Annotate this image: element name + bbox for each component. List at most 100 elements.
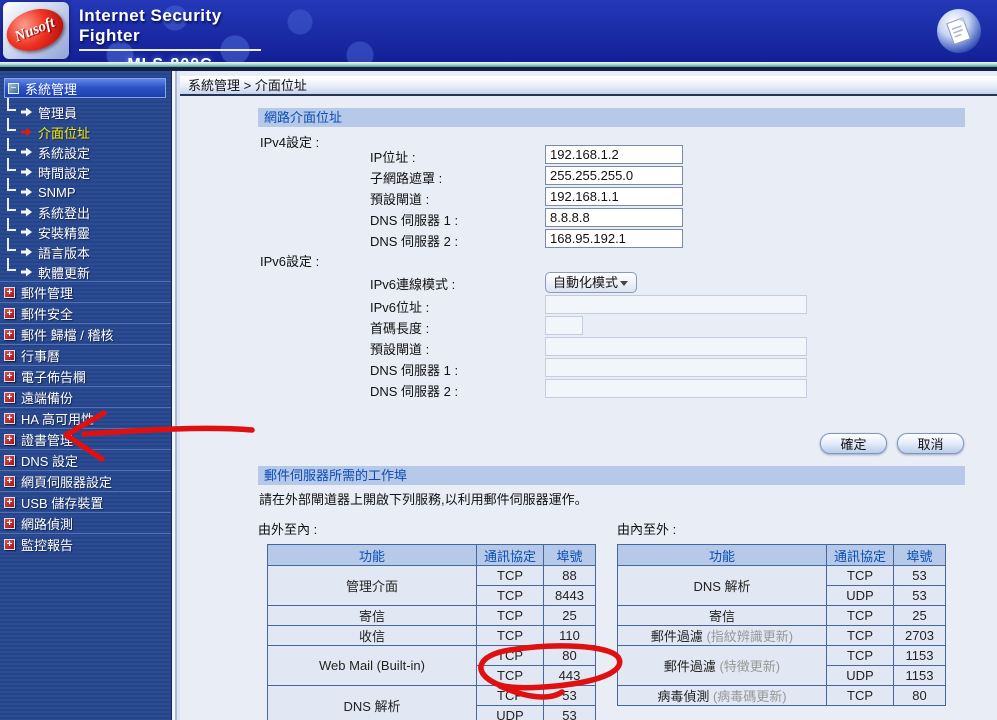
ipv6-row-3: DNS 伺服器 1 : (180, 358, 880, 378)
sidebar-item-label: 時間設定 (38, 165, 91, 181)
sidebar-item-6[interactable]: 安裝精靈 (0, 218, 170, 242)
tree-connector (7, 138, 16, 151)
field-label: DNS 伺服器 2 : (370, 384, 459, 399)
column-header: 通訊協定 (826, 544, 894, 566)
sidebar-item-4[interactable]: SNMP (0, 178, 170, 202)
ipv6-input-3 (545, 358, 807, 377)
port-cell: 1153 (893, 645, 946, 666)
sidebar-group-2[interactable]: + 郵件 歸檔 / 稽核 (0, 323, 171, 344)
column-header: 埠號 (893, 544, 946, 566)
sidebar-item-7[interactable]: 語言版本 (0, 238, 170, 262)
port-cell: 53 (543, 705, 596, 720)
function-cell: Web Mail (Built-in) (267, 645, 477, 686)
ipv4-input-4[interactable] (545, 229, 683, 248)
sidebar-group-6[interactable]: + HA 高可用性 (0, 407, 171, 428)
expand-plus-icon[interactable]: + (4, 391, 15, 403)
tree-connector (7, 98, 16, 111)
sidebar-item-2[interactable]: 系統設定 (0, 138, 170, 162)
expand-plus-icon[interactable]: + (4, 517, 15, 529)
sidebar-group-7[interactable]: + 證書管理 (0, 428, 171, 449)
arrow-icon (21, 147, 32, 157)
selected-arrow-icon (21, 127, 32, 137)
ipv4-row-3: DNS 伺服器 1 : (180, 208, 880, 228)
sidebar-group-10[interactable]: + USB 儲存裝置 (0, 491, 171, 512)
expand-plus-icon[interactable]: + (4, 454, 15, 466)
expand-plus-icon[interactable]: + (4, 328, 15, 340)
sidebar-item-3[interactable]: 時間設定 (0, 158, 170, 182)
column-header: 埠號 (543, 544, 596, 566)
expand-plus-icon[interactable]: + (4, 286, 15, 298)
ipv6-mode-value: 自動化模式 (553, 275, 619, 290)
ok-button[interactable]: 確定 (820, 433, 887, 454)
section-title-mail-ports: 郵件伺服器所需的工作埠 (258, 466, 965, 485)
port-cell: 2703 (893, 625, 946, 646)
expand-plus-icon[interactable]: + (4, 538, 15, 550)
notepad-icon[interactable] (935, 7, 983, 55)
sidebar-item-0[interactable]: 管理員 (0, 98, 170, 122)
expand-plus-icon[interactable]: + (4, 433, 15, 445)
sidebar-item-label: 軟體更新 (38, 265, 91, 281)
sidebar-group-system-management[interactable]: − 系統管理 (4, 78, 166, 98)
ipv4-input-0[interactable] (545, 145, 683, 164)
function-cell: 病毒偵測 (病毒碼更新) (617, 685, 827, 706)
content: 系統管理 > 介面位址 網路介面位址 IPv4設定 : IP位址 :子網路遮罩 … (180, 71, 997, 720)
sidebar-group-3[interactable]: + 行事曆 (0, 344, 171, 365)
sidebar-group-9[interactable]: + 網頁伺服器設定 (0, 470, 171, 491)
sidebar-group-label: 行事曆 (21, 348, 61, 364)
sidebar-group-4[interactable]: + 電子佈告欄 (0, 365, 171, 386)
sidebar-item-5[interactable]: 系統登出 (0, 198, 170, 222)
ipv6-settings-label: IPv6設定 : (260, 254, 320, 269)
tree-connector (7, 158, 16, 171)
sidebar-group-label: 證書管理 (21, 432, 74, 448)
function-note: (特徵更新) (719, 659, 781, 674)
sidebar-group-1[interactable]: + 郵件安全 (0, 302, 171, 323)
ipv4-input-1[interactable] (545, 166, 683, 185)
expand-plus-icon[interactable]: + (4, 370, 15, 382)
sidebar-item-1[interactable]: 介面位址 (0, 118, 170, 142)
expand-plus-icon[interactable]: + (4, 496, 15, 508)
column-header: 功能 (267, 544, 477, 566)
table-row: Web Mail (Built-in) TCP 80 (267, 645, 596, 686)
expand-plus-icon[interactable]: + (4, 412, 15, 424)
port-table-group-1: 由內至外 : 功能 通訊協定 埠號 DNS 解析 TCP 53 UDP 53 寄信 TCP 25 郵件過… (617, 519, 946, 706)
expand-plus-icon[interactable]: + (4, 349, 15, 361)
sidebar-group-label: USB 儲存裝置 (21, 495, 104, 511)
cancel-button[interactable]: 取消 (897, 433, 964, 454)
function-cell: DNS 解析 (267, 685, 477, 720)
port-cell: 53 (543, 685, 596, 706)
arrow-icon (21, 107, 32, 117)
sidebar: − 系統管理 管理員 介面位址 系統設定時間設定 SNMP 系統登出安裝精靈 語言版本軟體… (0, 71, 180, 720)
ipv6-mode-select[interactable]: 自動化模式 (545, 272, 637, 293)
sidebar-item-8[interactable]: 軟體更新 (0, 258, 170, 282)
sidebar-group-5[interactable]: + 遠端備份 (0, 386, 171, 407)
sidebar-group-label: 網頁伺服器設定 (21, 474, 113, 490)
section-title-network-interface: 網路介面位址 (258, 108, 965, 127)
ipv4-input-3[interactable] (545, 208, 683, 227)
function-cell: 郵件過濾 (指紋辨識更新) (617, 625, 827, 646)
sidebar-item-label: 安裝精靈 (38, 225, 91, 241)
expand-plus-icon[interactable]: + (4, 307, 15, 319)
sidebar-group-11[interactable]: + 網路偵測 (0, 512, 171, 533)
ipv6-input-1 (545, 316, 583, 335)
sidebar-group-label: 電子佈告欄 (21, 369, 87, 385)
sidebar-group-0[interactable]: + 郵件管理 (0, 281, 171, 302)
function-cell: 收信 (267, 625, 477, 646)
sidebar-group-12[interactable]: + 監控報告 (0, 533, 171, 554)
port-cell: 25 (543, 605, 596, 626)
port-table-group-0: 由外至內 : 功能 通訊協定 埠號 管理介面 TCP 88 TCP 8443 寄信 TCP 25 收信 T… (258, 519, 596, 720)
ipv4-input-2[interactable] (545, 187, 683, 206)
protocol-cell: TCP (476, 645, 544, 666)
table-header-row: 功能 通訊協定 埠號 (267, 544, 596, 566)
port-cell: 53 (893, 565, 946, 586)
field-label: 首碼長度 : (370, 321, 430, 336)
table-row: DNS 解析 TCP 53 (267, 685, 596, 720)
expand-plus-icon[interactable]: + (4, 475, 15, 487)
ipv4-row-0: IP位址 : (180, 145, 880, 165)
sidebar-group-8[interactable]: + DNS 設定 (0, 449, 171, 470)
sidebar-group-label: 郵件 歸檔 / 稽核 (21, 327, 114, 343)
table-caption: 由外至內 : (258, 522, 318, 537)
sidebar-item-label: 管理員 (38, 105, 78, 121)
collapse-minus-icon[interactable]: − (8, 82, 19, 94)
ipv6-row-1: 首碼長度 : (180, 316, 880, 336)
function-cell: 寄信 (617, 605, 827, 626)
